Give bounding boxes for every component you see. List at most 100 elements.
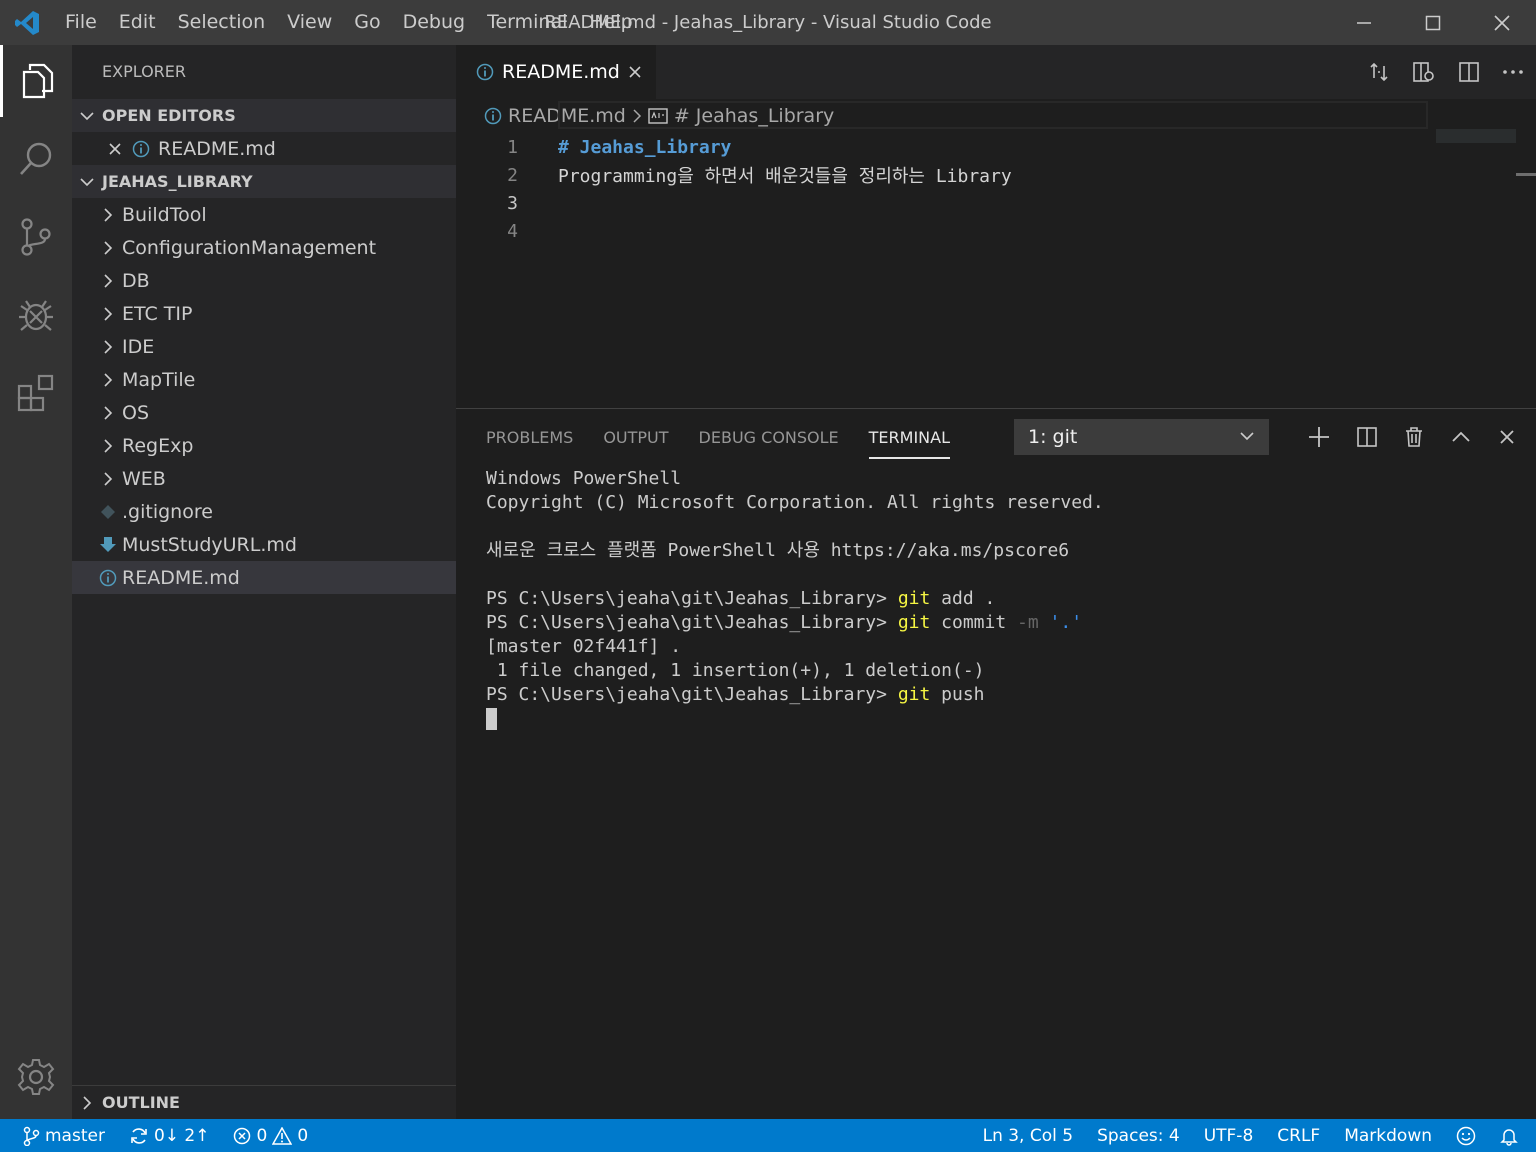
folder-name: DB	[122, 269, 150, 292]
folder-item[interactable]: DB	[72, 264, 456, 297]
info-icon	[484, 107, 502, 125]
encoding[interactable]: UTF-8	[1204, 1126, 1254, 1146]
terminal-line: [master 02f441f] .	[486, 636, 682, 657]
source-control-icon[interactable]	[0, 201, 72, 273]
minimap[interactable]	[1436, 129, 1516, 143]
code-editor[interactable]: 1 # Jeahas_Library 2 Programming을 하면서 배운…	[456, 133, 1456, 245]
open-editor-filename: README.md	[158, 137, 276, 160]
tab-debug-console[interactable]: DEBUG CONSOLE	[699, 409, 839, 467]
trash-icon[interactable]	[1404, 426, 1424, 448]
vscode-logo-icon	[0, 0, 54, 45]
terminal-select[interactable]: 1: git	[1014, 419, 1269, 455]
branch-status[interactable]: master	[22, 1126, 105, 1146]
sync-counts: 0↓ 2↑	[153, 1125, 210, 1146]
sync-status[interactable]: 0↓ 2↑	[129, 1125, 210, 1146]
menu-terminal[interactable]: Terminal	[476, 0, 578, 45]
folder-item[interactable]: RegExp	[72, 429, 456, 462]
folder-item[interactable]: IDE	[72, 330, 456, 363]
tab-label: README.md	[502, 61, 620, 83]
info-icon	[94, 569, 122, 587]
file-item[interactable]: MustStudyURL.md	[72, 528, 456, 561]
explorer-title: EXPLORER	[102, 62, 186, 81]
tab-terminal[interactable]: TERMINAL	[868, 409, 951, 467]
open-preview-icon[interactable]	[1412, 61, 1436, 83]
indentation[interactable]: Spaces: 4	[1097, 1126, 1180, 1146]
scrollbar-marker	[1516, 173, 1536, 176]
chevron-right-icon	[94, 372, 122, 388]
explorer-sidebar: EXPLORER OPEN EDITORS README.md JEAHAS_L…	[72, 45, 456, 1119]
chevron-down-icon	[72, 174, 102, 190]
file-item[interactable]: .gitignore	[72, 495, 456, 528]
terminal-prompt: PS C:\Users\jeaha\git\Jeahas_Library>	[486, 588, 898, 609]
code-line: 3	[456, 189, 1456, 217]
open-changes-icon[interactable]	[1368, 61, 1390, 83]
close-window-button[interactable]	[1467, 0, 1536, 45]
close-tab-icon[interactable]	[628, 65, 642, 79]
editor-tab-readme[interactable]: README.md	[456, 45, 656, 99]
line-number: 4	[507, 220, 518, 242]
line-text: # Jeahas_Library	[558, 136, 732, 158]
cursor-position[interactable]: Ln 3, Col 5	[983, 1126, 1074, 1146]
terminal-line: Windows PowerShell	[486, 468, 682, 489]
explorer-icon[interactable]	[0, 45, 72, 117]
folder-item[interactable]: BuildTool	[72, 198, 456, 231]
terminal-prompt: PS C:\Users\jeaha\git\Jeahas_Library>	[486, 612, 898, 633]
feedback-smiley-icon[interactable]	[1456, 1126, 1476, 1146]
open-editor-item[interactable]: README.md	[72, 132, 456, 165]
end-of-line[interactable]: CRLF	[1277, 1126, 1320, 1146]
open-editors-header[interactable]: OPEN EDITORS	[72, 99, 456, 132]
settings-gear-icon[interactable]	[0, 1041, 72, 1113]
folder-name: ETC TIP	[122, 302, 193, 325]
folder-item[interactable]: MapTile	[72, 363, 456, 396]
menu-debug[interactable]: Debug	[392, 0, 476, 45]
menu-help[interactable]: Help	[578, 0, 643, 45]
close-panel-icon[interactable]	[1498, 428, 1516, 446]
folder-item[interactable]: WEB	[72, 462, 456, 495]
language-mode[interactable]: Markdown	[1344, 1126, 1432, 1146]
menu-go[interactable]: Go	[343, 0, 391, 45]
sync-icon	[129, 1126, 149, 1146]
line-number: 1	[507, 136, 518, 158]
maximize-button[interactable]	[1398, 0, 1467, 45]
close-icon[interactable]	[102, 142, 128, 156]
problems-status[interactable]: 0 0	[233, 1126, 308, 1146]
tab-problems[interactable]: PROBLEMS	[486, 409, 573, 467]
folder-item[interactable]: OS	[72, 396, 456, 429]
tab-output[interactable]: OUTPUT	[603, 409, 668, 467]
menu-view[interactable]: View	[276, 0, 343, 45]
folder-name: ConfigurationManagement	[122, 236, 377, 259]
menu-selection[interactable]: Selection	[167, 0, 277, 45]
info-icon	[476, 63, 494, 81]
menu-file[interactable]: File	[54, 0, 108, 45]
debug-icon[interactable]	[0, 279, 72, 351]
outline-section[interactable]: OUTLINE	[72, 1085, 456, 1119]
chevron-up-icon[interactable]	[1450, 426, 1472, 448]
terminal-line: PS C:\Users\jeaha\git\Jeahas_Library> gi…	[486, 611, 1104, 635]
split-editor-icon[interactable]	[1458, 61, 1480, 83]
terminal-line: PS C:\Users\jeaha\git\Jeahas_Library> gi…	[486, 683, 1104, 707]
folder-header[interactable]: JEAHAS_LIBRARY	[72, 165, 456, 198]
folder-item[interactable]: ConfigurationManagement	[72, 231, 456, 264]
folder-label: JEAHAS_LIBRARY	[102, 172, 253, 191]
menu-edit[interactable]: Edit	[108, 0, 167, 45]
new-terminal-icon[interactable]	[1308, 426, 1330, 448]
warning-icon	[272, 1126, 293, 1145]
folder-name: RegExp	[122, 434, 194, 457]
folder-item[interactable]: ETC TIP	[72, 297, 456, 330]
split-terminal-icon[interactable]	[1356, 426, 1378, 448]
more-actions-icon[interactable]	[1502, 69, 1524, 75]
extensions-icon[interactable]	[0, 357, 72, 429]
search-icon[interactable]	[0, 123, 72, 195]
terminal-cursor	[486, 708, 497, 730]
folder-name: IDE	[122, 335, 155, 358]
terminal-args: commit	[930, 612, 1018, 633]
line-text: Programming을 하면서 배운것들을 정리하는 Library	[558, 166, 1012, 187]
editor-area: README.md README.md # Jeahas_Library 1 #…	[456, 45, 1536, 408]
folder-name: WEB	[122, 467, 166, 490]
terminal-output[interactable]: Windows PowerShell Copyright (C) Microso…	[486, 467, 1104, 731]
file-item-selected[interactable]: README.md	[72, 561, 456, 594]
chevron-right-icon	[94, 207, 122, 223]
terminal-prompt: PS C:\Users\jeaha\git\Jeahas_Library>	[486, 684, 898, 705]
notifications-bell-icon[interactable]	[1500, 1126, 1518, 1146]
minimize-button[interactable]	[1329, 0, 1398, 45]
